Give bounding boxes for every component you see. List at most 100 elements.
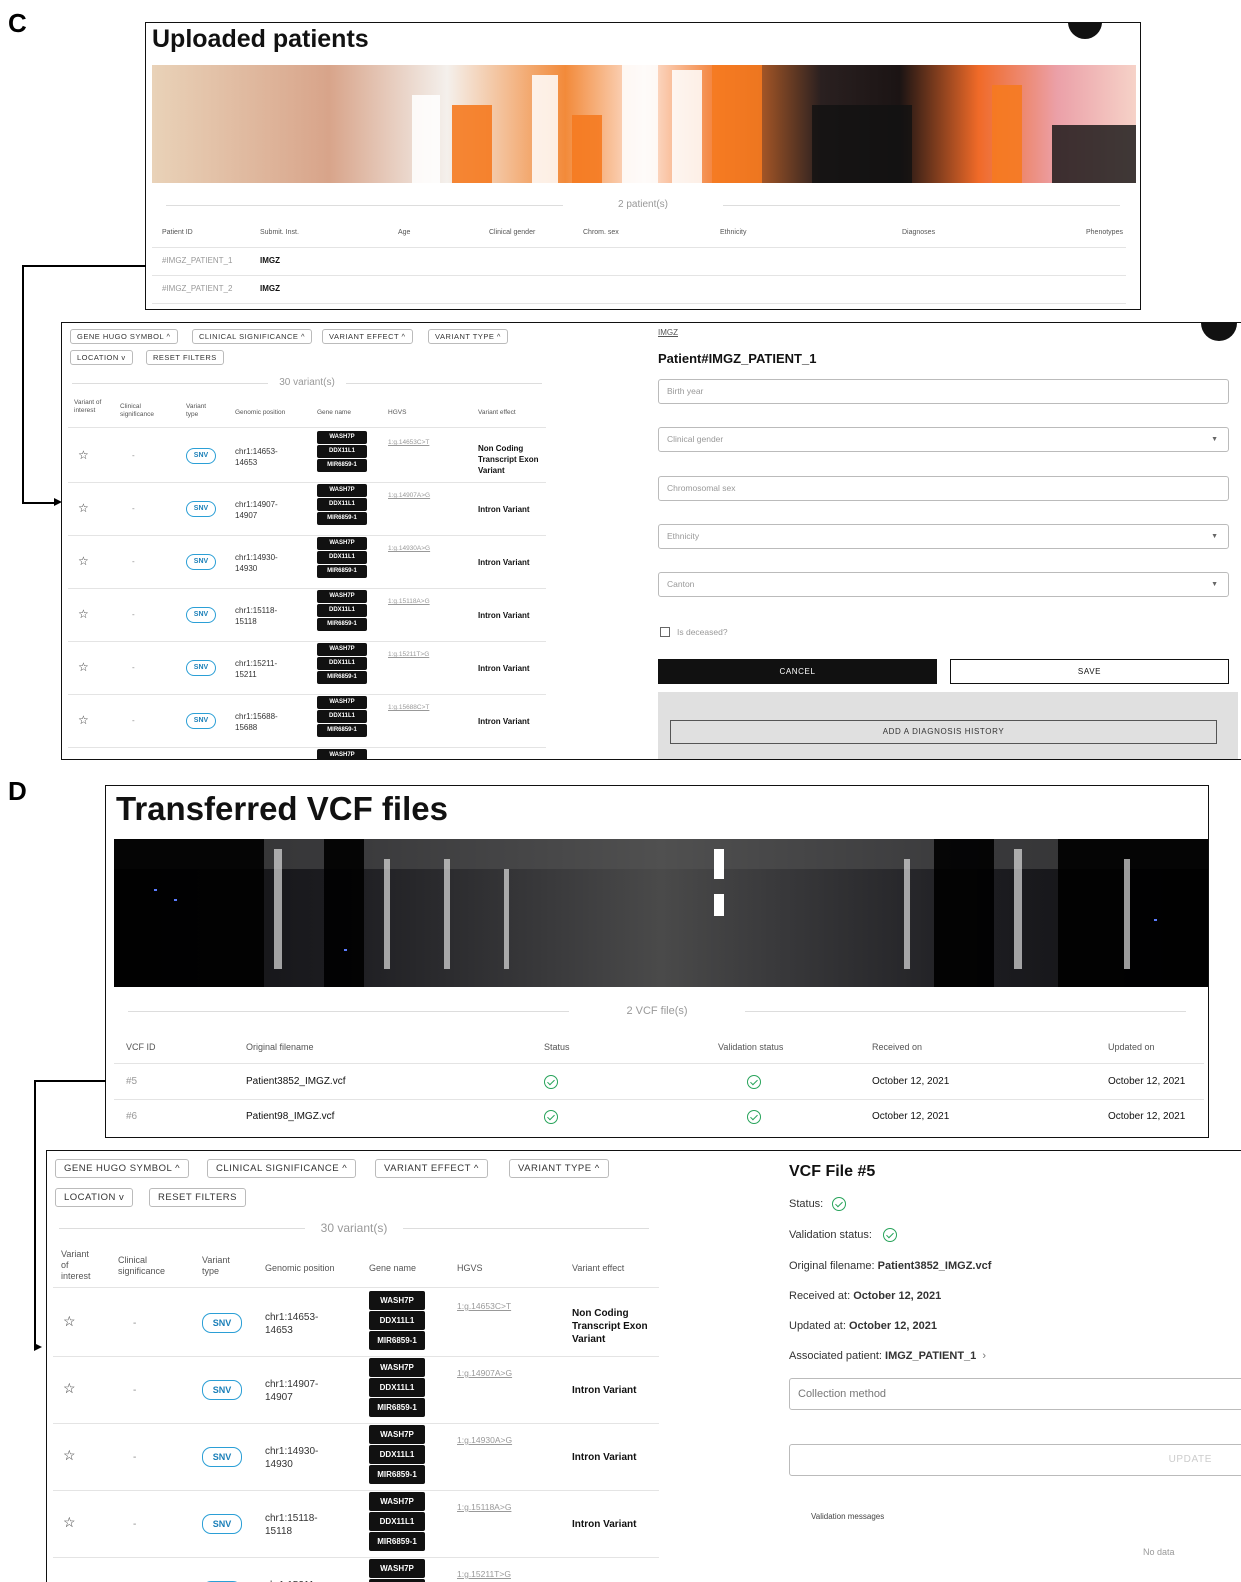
col-gene-name[interactable]: Gene name (369, 1263, 416, 1273)
star-icon[interactable]: ☆ (63, 1313, 76, 1330)
gene-chip[interactable]: MIR6859-1 (369, 1465, 425, 1484)
gene-chip[interactable]: WASH7P (369, 1492, 425, 1511)
vcf-id-link[interactable]: #6 (126, 1111, 137, 1122)
star-icon[interactable]: ☆ (78, 448, 89, 462)
star-icon[interactable]: ☆ (63, 1380, 76, 1397)
filter-location[interactable]: LOCATION v (55, 1188, 134, 1207)
save-button[interactable]: SAVE (950, 659, 1229, 684)
col-variant-interest[interactable]: Variant of interest (61, 1249, 97, 1282)
gene-chip[interactable]: WASH7P (317, 749, 367, 759)
col-original-filename[interactable]: Original filename (246, 1042, 314, 1052)
col-vcf-id[interactable]: VCF ID (126, 1042, 156, 1052)
gene-chip[interactable]: WASH7P (317, 484, 367, 497)
gene-chip[interactable]: DDX11L1 (317, 445, 367, 458)
filter-gene-hugo[interactable]: GENE HUGO SYMBOL ^ (70, 329, 178, 344)
hgvs-link[interactable]: 1:g.14653C>T (457, 1301, 511, 1311)
hgvs-link[interactable]: 1:g.15688C>T (388, 704, 429, 711)
gene-chip[interactable]: WASH7P (317, 537, 367, 550)
reset-filters-button[interactable]: RESET FILTERS (149, 1188, 246, 1207)
star-icon[interactable]: ☆ (78, 554, 89, 568)
gene-chip[interactable]: WASH7P (369, 1425, 425, 1444)
gene-chip[interactable]: DDX11L1 (317, 551, 367, 564)
gene-chip[interactable]: MIR6859-1 (369, 1398, 425, 1417)
filter-variant-type[interactable]: VARIANT TYPE ^ (428, 329, 508, 344)
col-clinical-significance[interactable]: Clinical significance (118, 1255, 178, 1277)
col-variant-type[interactable]: Variant type (186, 403, 216, 419)
update-button[interactable]: UPDATE (789, 1444, 1241, 1476)
gene-chip[interactable]: WASH7P (317, 643, 367, 656)
col-gene-name[interactable]: Gene name (317, 409, 351, 416)
filter-clinical-significance[interactable]: CLINICAL SIGNIFICANCE ^ (192, 329, 313, 344)
gene-chip[interactable]: WASH7P (317, 431, 367, 444)
star-icon[interactable]: ☆ (78, 607, 89, 621)
gene-chip[interactable]: DDX11L1 (317, 710, 367, 723)
gene-chip[interactable]: MIR6859-1 (317, 671, 367, 684)
filter-clinical-significance[interactable]: CLINICAL SIGNIFICANCE ^ (207, 1159, 357, 1178)
filter-variant-type[interactable]: VARIANT TYPE ^ (509, 1159, 609, 1178)
col-hgvs[interactable]: HGVS (388, 409, 406, 416)
hgvs-link[interactable]: 1:g.14907A>G (457, 1368, 512, 1378)
gene-chip[interactable]: WASH7P (369, 1358, 425, 1377)
col-diagnoses[interactable]: Diagnoses (902, 229, 935, 236)
gene-chip[interactable]: DDX11L1 (369, 1512, 425, 1531)
hgvs-link[interactable]: 1:g.14930A>G (457, 1435, 512, 1445)
hgvs-link[interactable]: 1:g.15211T>G (457, 1569, 511, 1579)
col-genomic-position[interactable]: Genomic position (265, 1263, 335, 1273)
chromosomal-sex-input[interactable]: Chromosomal sex (658, 476, 1229, 501)
col-submit-inst[interactable]: Submit. Inst. (260, 229, 299, 236)
col-age[interactable]: Age (398, 229, 410, 236)
col-status[interactable]: Status (544, 1042, 570, 1052)
gene-chip[interactable]: WASH7P (369, 1291, 425, 1310)
star-icon[interactable]: ☆ (78, 660, 89, 674)
canton-select[interactable]: Canton ▼ (658, 572, 1229, 597)
gene-chip[interactable]: MIR6859-1 (317, 512, 367, 525)
patient-id-link[interactable]: #IMGZ_PATIENT_2 (162, 284, 232, 293)
col-clinical-gender[interactable]: Clinical gender (489, 229, 535, 236)
breadcrumb[interactable]: IMGZ (658, 328, 678, 337)
gene-chip[interactable]: MIR6859-1 (317, 724, 367, 737)
hgvs-link[interactable]: 1:g.14907A>G (388, 492, 430, 499)
col-patient-id[interactable]: Patient ID (162, 229, 193, 236)
avatar[interactable] (1201, 323, 1237, 341)
add-diagnosis-button[interactable]: ADD A DIAGNOSIS HISTORY (670, 720, 1217, 744)
gene-chip[interactable]: WASH7P (317, 696, 367, 709)
col-variant-type[interactable]: Variant type (202, 1255, 238, 1277)
gene-chip[interactable]: DDX11L1 (317, 604, 367, 617)
star-icon[interactable]: ☆ (63, 1514, 76, 1531)
col-genomic-position[interactable]: Genomic position (235, 409, 285, 416)
gene-chip[interactable]: DDX11L1 (369, 1311, 425, 1330)
col-clinical-significance[interactable]: Clinical significance (120, 403, 168, 419)
gene-chip[interactable]: DDX11L1 (369, 1445, 425, 1464)
cancel-button[interactable]: CANCEL (658, 659, 937, 684)
filter-location[interactable]: LOCATION v (70, 350, 133, 365)
col-hgvs[interactable]: HGVS (457, 1263, 483, 1273)
patient-id-link[interactable]: #IMGZ_PATIENT_1 (162, 256, 232, 265)
gene-chip[interactable]: DDX11L1 (317, 657, 367, 670)
associated-patient-link[interactable]: Associated patient: IMGZ_PATIENT_1 › (789, 1350, 986, 1362)
vcf-id-link[interactable]: #5 (126, 1076, 137, 1087)
filter-variant-effect[interactable]: VARIANT EFFECT ^ (375, 1159, 488, 1178)
deceased-checkbox[interactable] (660, 627, 670, 637)
star-icon[interactable]: ☆ (78, 713, 89, 727)
col-updated-on[interactable]: Updated on (1108, 1042, 1155, 1052)
col-chrom-sex[interactable]: Chrom. sex (583, 229, 619, 236)
reset-filters-button[interactable]: RESET FILTERS (146, 350, 224, 365)
clinical-gender-select[interactable]: Clinical gender ▼ (658, 427, 1229, 452)
gene-chip[interactable]: MIR6859-1 (317, 565, 367, 578)
col-received-on[interactable]: Received on (872, 1042, 922, 1052)
gene-chip[interactable]: MIR6859-1 (369, 1331, 425, 1350)
col-variant-effect[interactable]: Variant effect (572, 1263, 624, 1273)
col-variant-interest[interactable]: Variant of interest (74, 399, 102, 415)
hgvs-link[interactable]: 1:g.14653C>T (388, 439, 429, 446)
gene-chip[interactable]: DDX11L1 (369, 1378, 425, 1397)
gene-chip[interactable]: DDX11L1 (317, 498, 367, 511)
col-validation-status[interactable]: Validation status (718, 1042, 783, 1052)
filter-gene-hugo[interactable]: GENE HUGO SYMBOL ^ (55, 1159, 190, 1178)
gene-chip[interactable]: MIR6859-1 (317, 618, 367, 631)
ethnicity-select[interactable]: Ethnicity ▼ (658, 524, 1229, 549)
collection-method-input[interactable]: Collection method (789, 1378, 1241, 1410)
hgvs-link[interactable]: 1:g.15118A>G (388, 598, 430, 605)
hgvs-link[interactable]: 1:g.15118A>G (457, 1502, 511, 1512)
star-icon[interactable]: ☆ (78, 501, 89, 515)
gene-chip[interactable]: MIR6859-1 (317, 459, 367, 472)
